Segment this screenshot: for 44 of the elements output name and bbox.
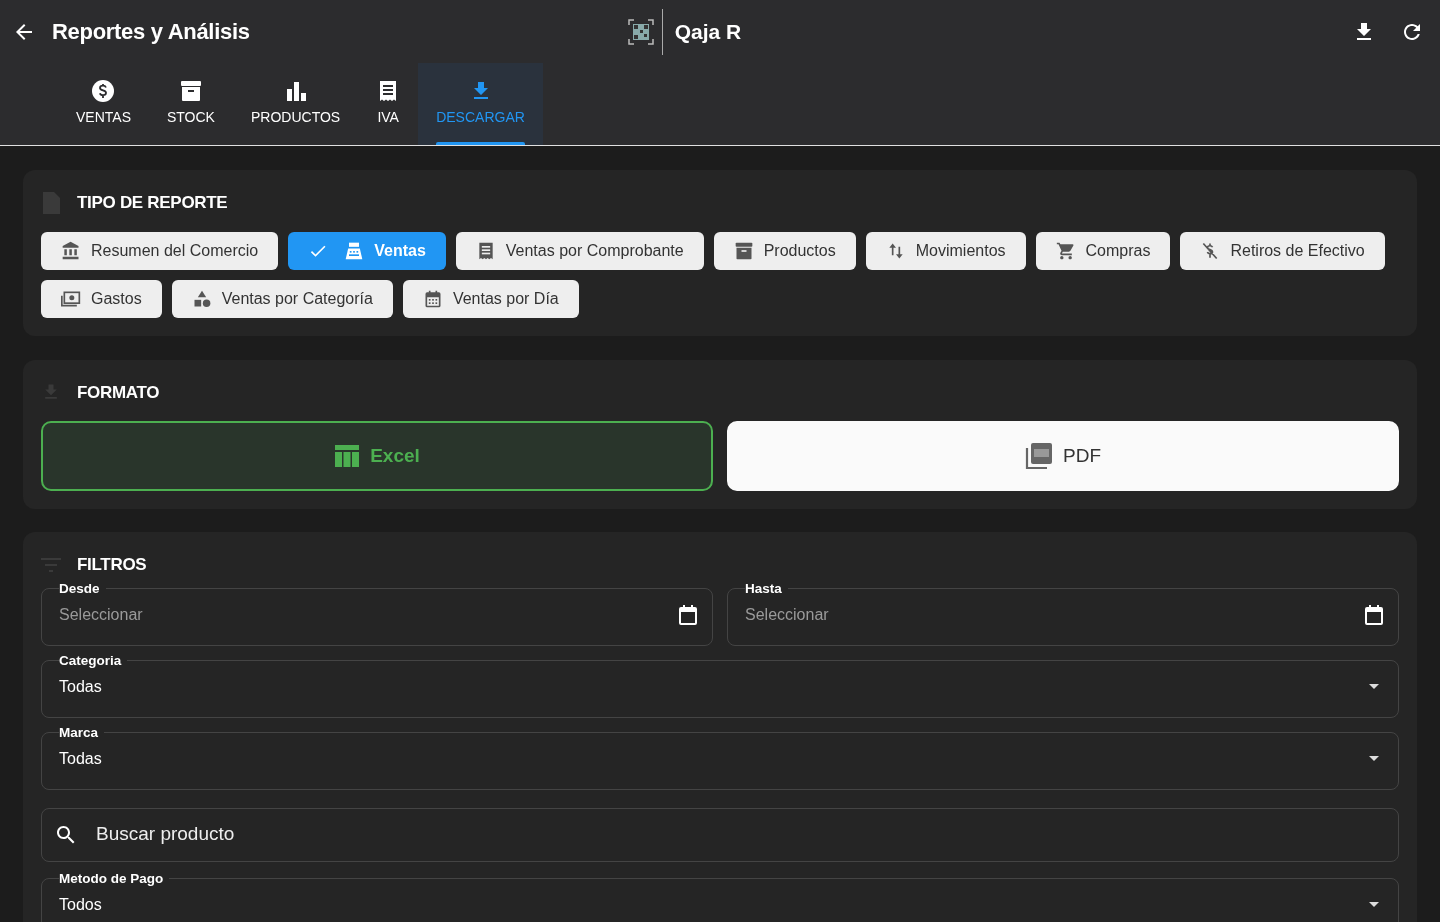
dollar-icon — [91, 79, 116, 103]
section-title: TIPO DE REPORTE — [77, 192, 228, 214]
date-input[interactable]: Seleccionar — [745, 602, 1362, 627]
date-field[interactable]: Desde Seleccionar — [41, 581, 713, 646]
tab[interactable]: IVA — [358, 63, 419, 145]
brand-name: Qaja R — [674, 18, 742, 45]
bank-icon — [61, 240, 81, 261]
report-type-chip[interactable]: Compras — [1035, 231, 1171, 270]
caret-icon — [1369, 684, 1379, 690]
select-field[interactable]: Metodo de Pago Todos — [41, 871, 1399, 922]
date-input[interactable]: Seleccionar — [59, 602, 676, 627]
select-field[interactable]: Categoria Todas — [41, 653, 1399, 718]
search-input[interactable]: Buscar producto — [94, 819, 1386, 850]
report-type-chip[interactable]: Ventas por Día — [402, 279, 579, 318]
tab[interactable]: VENTAS — [58, 63, 149, 145]
section-title: FILTROS — [77, 554, 147, 576]
archive-icon — [733, 240, 754, 261]
date-field[interactable]: Hasta Seleccionar — [727, 581, 1399, 646]
report-type-chip[interactable]: Ventas por Categoría — [171, 279, 393, 318]
report-type-chip[interactable]: Retiros de Efectivo — [1180, 231, 1385, 270]
report-type-chip[interactable]: Movimientos — [865, 231, 1026, 270]
tab[interactable]: DESCARGAR — [418, 63, 543, 145]
report-type-chip[interactable]: Ventas por Comprobante — [455, 231, 704, 270]
pdf-icon — [1025, 442, 1053, 470]
section-title: FORMATO — [77, 381, 160, 404]
calendar-icon — [676, 602, 700, 627]
qr-logo-icon — [627, 18, 654, 45]
calendar-icon — [1362, 602, 1386, 627]
tab[interactable]: STOCK — [149, 63, 233, 145]
archive-icon — [178, 79, 203, 103]
select-field[interactable]: Marca Todas — [41, 725, 1399, 790]
table-icon — [334, 443, 361, 469]
cart-icon — [1055, 240, 1076, 261]
format-button[interactable]: PDF — [727, 421, 1399, 491]
format-button[interactable]: Excel — [41, 421, 713, 491]
cash-register-icon — [344, 240, 365, 261]
report-type-chip[interactable]: Gastos — [41, 279, 162, 318]
tab[interactable]: PRODUCTOS — [232, 63, 359, 145]
caret-icon — [1369, 756, 1379, 762]
report-type-chip[interactable]: Resumen del Comercio — [41, 231, 279, 270]
page-title: Reportes y Análisis — [52, 18, 250, 46]
search-field[interactable]: Buscar producto — [41, 807, 1399, 862]
report-type-chip[interactable]: Productos — [713, 231, 856, 270]
caret-icon — [1369, 902, 1379, 908]
